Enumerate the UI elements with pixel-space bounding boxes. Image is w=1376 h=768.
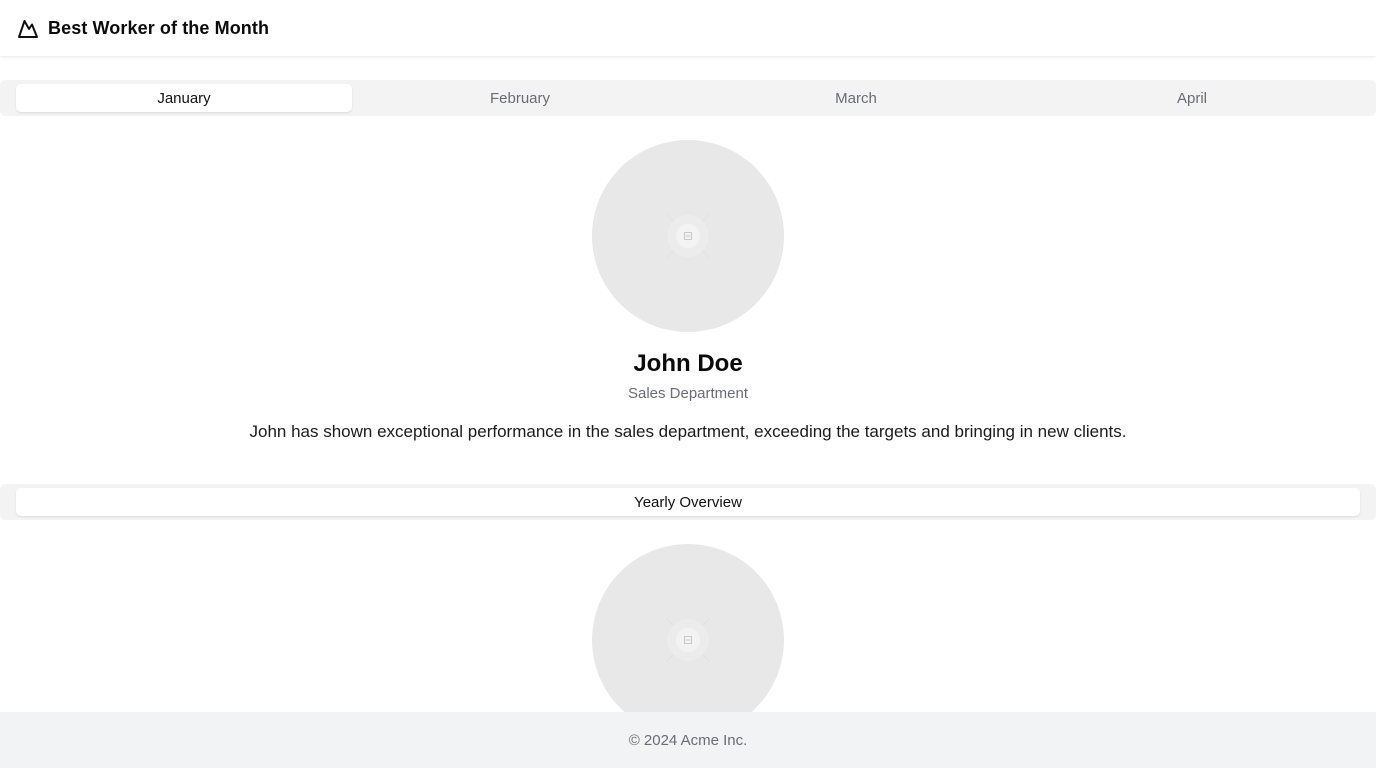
app-title: Best Worker of the Month	[48, 17, 270, 38]
tab-february[interactable]: February	[352, 84, 688, 112]
page-footer: © 2024 Acme Inc.	[0, 712, 1376, 768]
mountain-icon[interactable]	[16, 16, 40, 40]
tab-yearly-overview[interactable]: Yearly Overview	[16, 488, 1360, 516]
worker-card: John Doe Sales Department John has shown…	[0, 140, 1376, 443]
app-header: Best Worker of the Month	[0, 0, 1376, 56]
tab-march[interactable]: March	[688, 84, 1024, 112]
yearly-overview-panel	[0, 544, 1376, 736]
month-tabs: January February March April	[0, 80, 1376, 116]
copyright-text: © 2024 Acme Inc.	[628, 731, 748, 749]
overview-image	[592, 544, 784, 736]
avatar	[592, 140, 784, 332]
image-placeholder-icon	[665, 213, 711, 259]
image-placeholder-icon	[665, 617, 711, 663]
worker-name: John Doe	[633, 350, 743, 377]
tab-april[interactable]: April	[1024, 84, 1360, 112]
worker-department: Sales Department	[627, 385, 749, 402]
tab-january[interactable]: January	[16, 84, 352, 112]
worker-description: John has shown exceptional performance i…	[249, 422, 1127, 441]
overview-tabs: Yearly Overview	[0, 484, 1376, 520]
